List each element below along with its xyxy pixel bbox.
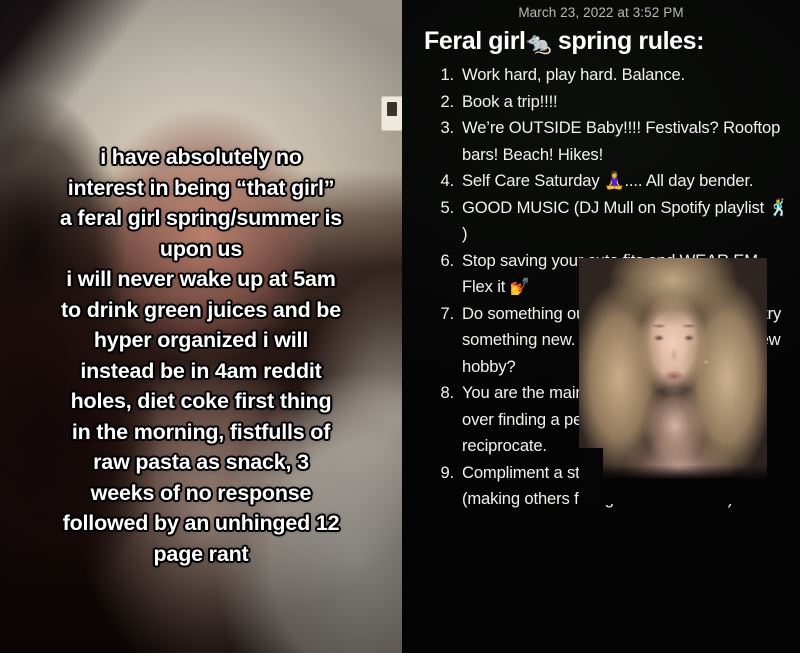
right-notes-panel[interactable]: March 23, 2022 at 3:52 PM Feral girl🐀 sp… <box>402 0 800 653</box>
left-video-panel[interactable]: i have absolutely no interest in being “… <box>0 0 402 653</box>
list-item-number: 6. <box>440 250 454 270</box>
list-item: 1. Work hard, play hard. Balance. <box>428 62 792 89</box>
list-item-text: Work hard, play hard. Balance. <box>462 65 686 84</box>
caption-line: holes, diet coke first thing <box>70 389 332 413</box>
list-item-number: 1. <box>440 65 454 84</box>
caption-line: in the morning, fistfulls of <box>71 419 331 444</box>
list-item-text: Book a trip!!!! <box>462 91 558 111</box>
inset-video-frame-photo <box>579 258 767 504</box>
rat-icon: 🐀 <box>525 32 552 55</box>
caption-line: followed by an unhinged 12 <box>62 511 340 535</box>
list-item-text: Self Care Saturday 🧘‍♀️.... All day bend… <box>462 171 754 190</box>
list-item-number: 7. <box>440 303 454 323</box>
list-item-number: 4. <box>440 171 454 190</box>
list-item: 3. We’re OUTSIDE Baby!!!! Festivals? Roo… <box>428 115 792 168</box>
caption-line: i will never wake up at 5am <box>66 267 336 291</box>
caption-line: a feral girl spring/summer is <box>59 206 343 230</box>
caption-line: i have absolutely no <box>100 145 302 169</box>
note-title-suffix: spring rules: <box>557 27 705 55</box>
inset-talking-head-video[interactable] <box>579 258 767 504</box>
list-item-number: 5. <box>440 197 454 217</box>
caption-line: to drink green juices and be <box>61 297 341 322</box>
list-item-text: We’re OUTSIDE Baby!!!! Festivals? Roofto… <box>462 118 781 164</box>
caption-line: instead be in 4am reddit <box>80 358 322 383</box>
note-title-prefix: Feral girl <box>424 27 526 55</box>
list-item-number: 3. <box>440 118 454 137</box>
inset-video-letterbox-notch <box>579 448 603 504</box>
list-item-number: 8. <box>440 383 454 402</box>
caption-line: raw pasta as snack, 3 <box>93 450 309 474</box>
video-caption-overlay: i have absolutely no interest in being “… <box>0 142 402 569</box>
note-timestamp: March 23, 2022 at 3:52 PM <box>518 5 684 20</box>
wall-switch-plate <box>381 96 402 131</box>
list-item-text: GOOD MUSIC (DJ Mull on Spotify playlist … <box>462 197 790 244</box>
split-screen-video-container: i have absolutely no interest in being “… <box>0 0 800 653</box>
list-item: 4. Self Care Saturday 🧘‍♀️.... All day b… <box>428 168 792 195</box>
caption-line: weeks of no response <box>90 480 312 505</box>
caption-line: interest in being “that girl” <box>67 175 335 200</box>
list-item-number: 9. <box>440 462 454 482</box>
caption-line: upon us <box>159 236 243 261</box>
list-item: 2. Book a trip!!!! <box>428 89 792 116</box>
caption-line: page rant <box>153 541 249 566</box>
list-item-number: 2. <box>440 91 454 111</box>
list-item: 5. GOOD MUSIC (DJ Mull on Spotify playli… <box>428 195 792 248</box>
caption-line: hyper organized i will <box>93 328 309 352</box>
note-title: Feral girl🐀 spring rules: <box>424 27 705 56</box>
